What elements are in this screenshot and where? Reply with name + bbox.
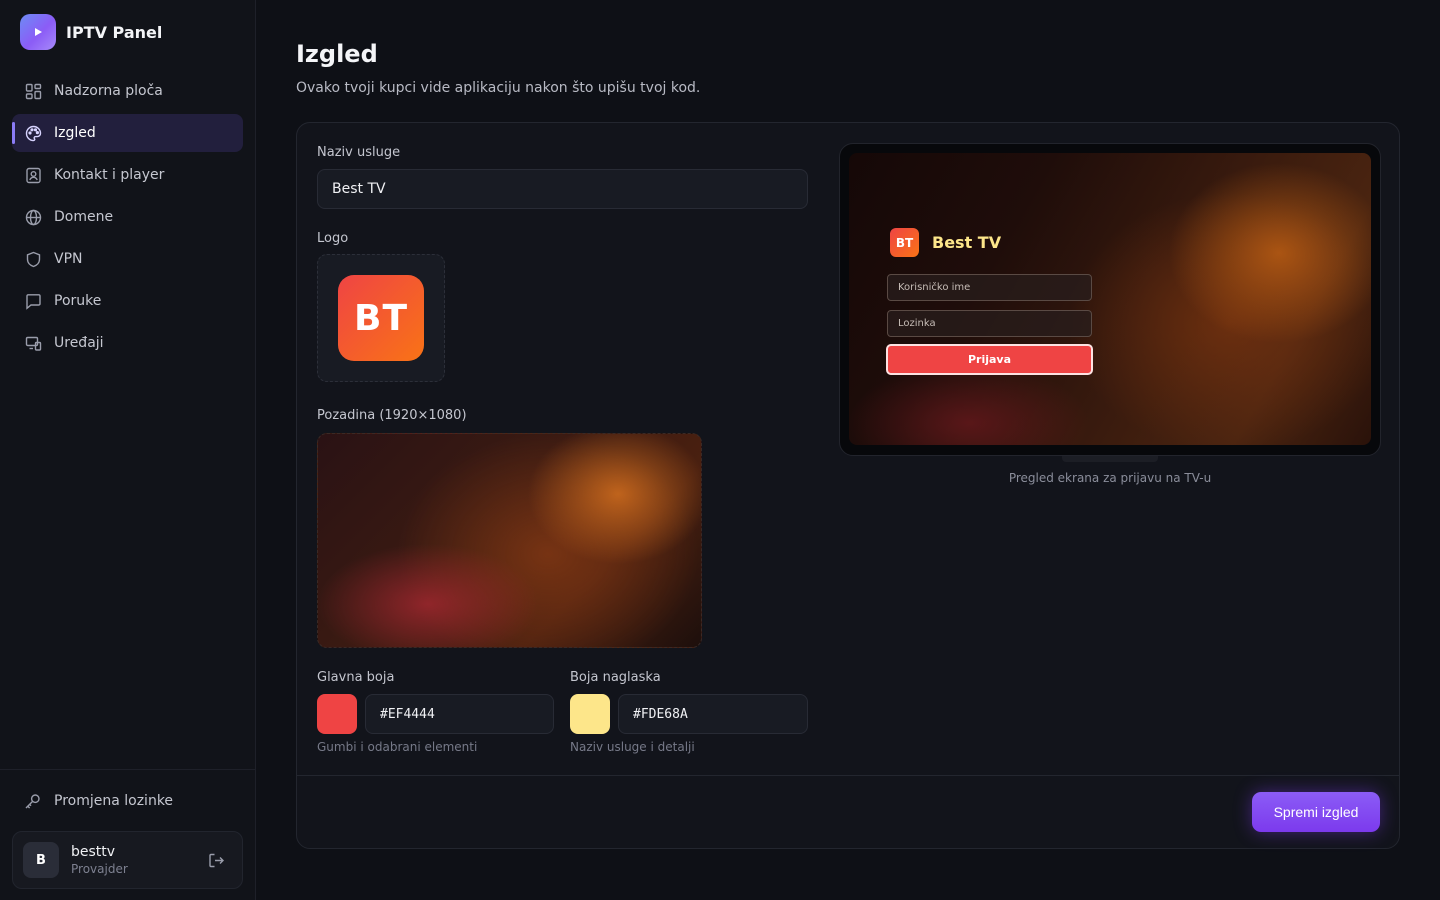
key-icon — [24, 792, 42, 810]
primary-color-swatch[interactable] — [317, 694, 357, 734]
logout-icon[interactable] — [208, 852, 226, 870]
preview-title: Best TV — [932, 233, 1002, 252]
sidebar-item-label: Nadzorna ploča — [54, 83, 163, 99]
background-label: Pozadina (1920×1080) — [317, 408, 467, 423]
contact-icon — [24, 166, 42, 184]
logo-label: Logo — [317, 231, 349, 246]
user-meta: besttv Provajder — [71, 844, 128, 876]
tv-stand — [1062, 456, 1158, 462]
sidebar-item-contact-player[interactable]: Kontakt i player — [12, 156, 243, 194]
sidebar-footer: Promjena lozinke B besttv Provajder — [0, 769, 255, 889]
tv-screen: BT Best TV Korisničko ime Lozinka Prijav… — [849, 153, 1371, 445]
sidebar-item-label: VPN — [54, 251, 83, 267]
avatar: B — [23, 842, 59, 878]
sidebar-item-label: Domene — [54, 209, 114, 225]
background-upload[interactable] — [317, 433, 702, 648]
palette-icon — [24, 124, 42, 142]
change-password-label: Promjena lozinke — [54, 793, 174, 809]
sidebar-nav: Nadzorna ploča Izgled Kontakt i player D… — [12, 72, 243, 366]
sidebar-item-label: Poruke — [54, 293, 102, 309]
user-name: besttv — [71, 844, 116, 860]
sidebar: IPTV Panel Nadzorna ploča Izgled Kontakt… — [0, 0, 256, 900]
change-password-link[interactable]: Promjena lozinke — [12, 782, 243, 820]
tv-preview: BT Best TV Korisničko ime Lozinka Prijav… — [839, 143, 1381, 462]
preview-caption: Pregled ekrana za prijavu na TV-u — [1008, 471, 1212, 485]
sidebar-item-label: Izgled — [54, 125, 96, 141]
primary-color-input[interactable]: #EF4444 — [365, 694, 554, 734]
app-title: IPTV Panel — [66, 22, 163, 42]
service-name-label: Naziv usluge — [317, 145, 401, 160]
shield-icon — [24, 250, 42, 268]
service-name-input[interactable]: Best TV — [317, 169, 808, 209]
accent-color-hint: Naziv usluge i detalji — [570, 740, 695, 754]
preview-username-input: Korisničko ime — [887, 274, 1092, 301]
card-divider — [297, 775, 1399, 776]
sidebar-item-dashboard[interactable]: Nadzorna ploča — [12, 72, 243, 110]
accent-color-swatch[interactable] — [570, 694, 610, 734]
preview-logo: BT — [890, 228, 919, 257]
user-card: B besttv Provajder — [12, 831, 243, 889]
sidebar-item-devices[interactable]: Uređaji — [12, 324, 243, 362]
user-role: Provajder — [71, 862, 128, 876]
dashboard-icon — [24, 82, 42, 100]
accent-color-input[interactable]: #FDE68A — [618, 694, 808, 734]
preview-brand: BT Best TV — [890, 228, 1001, 257]
devices-icon — [24, 334, 42, 352]
primary-color-hint: Gumbi i odabrani elementi — [317, 740, 478, 754]
sidebar-item-label: Kontakt i player — [54, 167, 165, 183]
sidebar-item-messages[interactable]: Poruke — [12, 282, 243, 320]
sidebar-item-domains[interactable]: Domene — [12, 198, 243, 236]
service-logo: BT — [338, 275, 424, 361]
message-icon — [24, 292, 42, 310]
preview-password-input: Lozinka — [887, 310, 1092, 337]
brand[interactable]: IPTV Panel — [20, 14, 162, 50]
sidebar-item-vpn[interactable]: VPN — [12, 240, 243, 278]
page-title: Izgled — [296, 40, 378, 68]
sidebar-item-label: Uređaji — [54, 335, 104, 351]
appearance-card: Naziv usluge Best TV Logo BT Pozadina (1… — [296, 122, 1400, 849]
play-icon — [20, 14, 56, 50]
accent-color-label: Boja naglaska — [570, 670, 661, 685]
sidebar-item-appearance[interactable]: Izgled — [12, 114, 243, 152]
globe-icon — [24, 208, 42, 226]
preview-login-button: Prijava — [886, 344, 1093, 375]
primary-color-label: Glavna boja — [317, 670, 395, 685]
page-subtitle: Ovako tvoji kupci vide aplikaciju nakon … — [296, 80, 701, 96]
save-appearance-button[interactable]: Spremi izgled — [1252, 792, 1380, 832]
logo-upload[interactable]: BT — [317, 254, 445, 382]
